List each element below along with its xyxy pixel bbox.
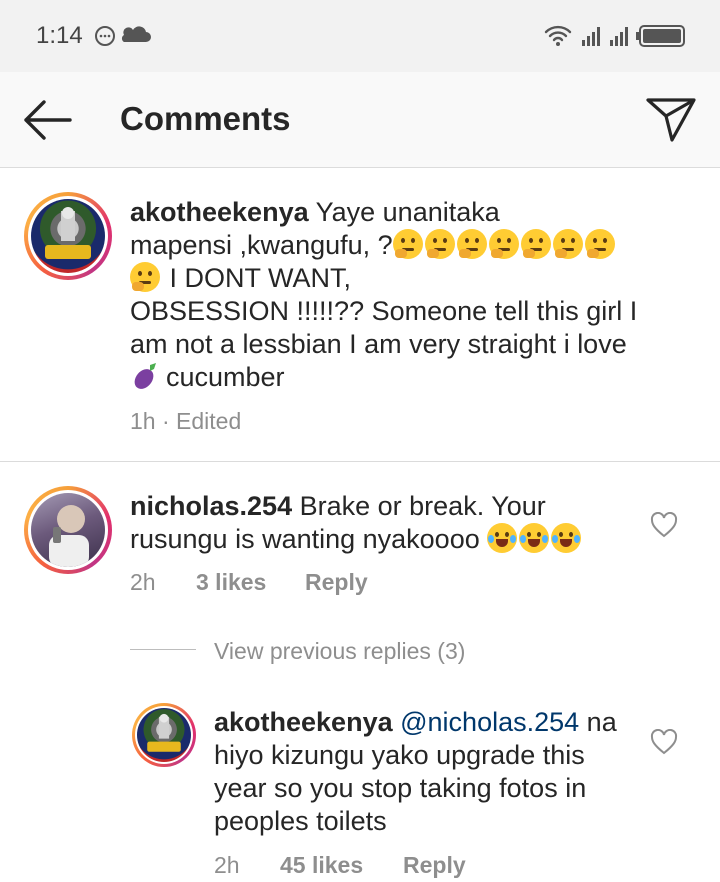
thinking-emoji-icon bbox=[130, 262, 160, 292]
comment-line: hiyo kizungu yako upgrade this bbox=[214, 740, 585, 770]
comment-line: mapensi ,kwangufu, ? bbox=[130, 230, 393, 260]
comment-line: rusungu is wanting nyakoooo bbox=[130, 524, 480, 554]
meta-separator: · bbox=[161, 408, 170, 434]
comment-line: cucumber bbox=[166, 362, 285, 392]
avatar-image bbox=[137, 708, 191, 762]
eggplant-emoji-icon bbox=[134, 363, 156, 389]
paper-plane-icon[interactable] bbox=[644, 96, 698, 144]
laughing-emoji-icon bbox=[487, 523, 518, 553]
page-title: Comments bbox=[120, 100, 291, 137]
notification-icons bbox=[95, 26, 151, 46]
thinking-emoji-icon bbox=[584, 229, 615, 259]
divider bbox=[0, 461, 720, 462]
thinking-emoji-icon bbox=[520, 229, 551, 259]
comment-username[interactable]: nicholas.254 bbox=[130, 491, 292, 521]
thinking-emoji-icon bbox=[456, 229, 487, 259]
comment-time: 2h bbox=[130, 569, 156, 595]
comment-line: Yaye unanitaka bbox=[315, 197, 500, 227]
avatar-image bbox=[31, 199, 105, 273]
laughing-emoji-icon bbox=[551, 523, 582, 553]
view-replies-label[interactable]: View previous replies (3) bbox=[214, 638, 465, 665]
comment-body: nicholas.254 Brake or break. Your rusung… bbox=[130, 490, 630, 556]
comment-line: I DONT WANT, bbox=[169, 263, 352, 293]
reply-button[interactable]: Reply bbox=[305, 569, 368, 596]
comment-username[interactable]: akotheekenya bbox=[130, 197, 309, 227]
comment-line: year so you stop taking fotos in bbox=[214, 773, 587, 803]
thinking-emoji-icon bbox=[488, 229, 519, 259]
likes-count[interactable]: 45 likes bbox=[280, 852, 363, 879]
comment-line: Brake or break. Your bbox=[299, 491, 546, 521]
comment-meta: 2h bbox=[130, 569, 156, 596]
wifi-icon bbox=[544, 25, 572, 42]
world-tour-logo bbox=[147, 713, 181, 752]
comment-meta: 1h · Edited bbox=[130, 408, 241, 435]
status-time: 1:14 bbox=[36, 22, 83, 49]
signal-icon bbox=[582, 27, 628, 46]
mention-link[interactable]: @nicholas.254 bbox=[400, 707, 579, 737]
likes-count[interactable]: 3 likes bbox=[196, 569, 266, 596]
status-bar: 1:14 bbox=[0, 0, 720, 72]
comment-line: peoples toilets bbox=[214, 806, 387, 836]
comment-username[interactable]: akotheekenya bbox=[214, 707, 393, 737]
comment-line: am not a lessbian I am very straight i l… bbox=[130, 329, 627, 359]
thinking-emoji-icon bbox=[552, 229, 583, 259]
comment-time: 2h bbox=[214, 852, 240, 878]
avatar-image bbox=[31, 493, 105, 567]
comment-body: akotheekenya @nicholas.254 na hiyo kizun… bbox=[214, 706, 634, 838]
thinking-emoji-icon bbox=[392, 229, 423, 259]
app-header: Comments bbox=[0, 72, 720, 168]
system-status-icons bbox=[544, 25, 685, 47]
comment-time: 1h bbox=[130, 408, 156, 434]
replies-line bbox=[130, 649, 196, 650]
comment-line: OBSESSION !!!!!?? Someone tell this girl… bbox=[130, 296, 638, 326]
comment-line: na bbox=[586, 707, 617, 737]
laughing-emoji-icon bbox=[519, 523, 550, 553]
thinking-emoji-icon bbox=[424, 229, 455, 259]
heart-outline-icon[interactable] bbox=[650, 729, 678, 755]
edited-label: Edited bbox=[176, 408, 242, 434]
battery-icon bbox=[636, 25, 685, 47]
comment-body: akotheekenya Yaye unanitaka mapensi ,kwa… bbox=[130, 196, 690, 394]
heart-outline-icon[interactable] bbox=[650, 512, 678, 538]
reply-button[interactable]: Reply bbox=[403, 852, 466, 879]
back-arrow-icon[interactable] bbox=[20, 98, 76, 142]
thinking-emoji-icons bbox=[392, 229, 617, 260]
world-tour-logo bbox=[45, 207, 91, 259]
